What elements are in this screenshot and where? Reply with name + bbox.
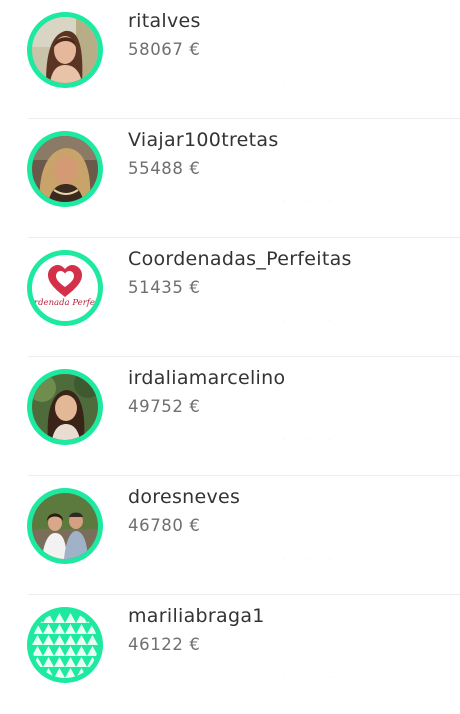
amount: 46122 € xyxy=(128,635,201,654)
avatar-photo xyxy=(32,17,98,83)
decorative-dots: ··· xyxy=(282,197,352,208)
decorative-dots: ··· xyxy=(282,316,352,327)
username[interactable]: Viajar100tretas xyxy=(128,129,279,151)
decorative-dots: ··· xyxy=(282,554,352,565)
list-item[interactable]: doresneves 46780 € ··· xyxy=(0,476,460,595)
username[interactable]: doresneves xyxy=(128,486,240,508)
avatar-pattern xyxy=(32,612,98,678)
list-item[interactable]: ordenada Perfeit Coordenadas_Perfeitas 5… xyxy=(0,238,460,357)
decorative-dots: ··· xyxy=(282,673,352,684)
amount: 58067 € xyxy=(128,40,201,59)
avatar[interactable] xyxy=(27,131,103,207)
username[interactable]: irdaliamarcelino xyxy=(128,367,285,389)
user-ranking-list: ritalves 58067 € ··· Viajar100tretas 554… xyxy=(0,0,460,714)
avatar[interactable]: ordenada Perfeit xyxy=(27,250,103,326)
avatar-logo: ordenada Perfeit xyxy=(32,255,98,321)
decorative-dots: ··· xyxy=(282,435,352,446)
avatar[interactable] xyxy=(27,12,103,88)
list-item[interactable]: irdaliamarcelino 49752 € ··· xyxy=(0,357,460,476)
username[interactable]: mariliabraga1 xyxy=(128,605,265,627)
logo-text: ordenada Perfeit xyxy=(32,298,98,308)
avatar[interactable] xyxy=(27,369,103,445)
avatar-photo xyxy=(32,374,98,440)
amount: 49752 € xyxy=(128,397,201,416)
list-item[interactable]: Viajar100tretas 55488 € ··· xyxy=(0,119,460,238)
list-item[interactable]: mariliabraga1 46122 € ··· xyxy=(0,595,460,714)
amount: 46780 € xyxy=(128,516,201,535)
amount: 51435 € xyxy=(128,278,201,297)
avatar[interactable] xyxy=(27,607,103,683)
avatar-photo xyxy=(32,493,98,559)
avatar-photo xyxy=(32,136,98,202)
avatar[interactable] xyxy=(27,488,103,564)
list-item[interactable]: ritalves 58067 € ··· xyxy=(0,0,460,119)
username[interactable]: ritalves xyxy=(128,10,201,32)
username[interactable]: Coordenadas_Perfeitas xyxy=(128,248,352,270)
amount: 55488 € xyxy=(128,159,201,178)
decorative-dots: ··· xyxy=(282,78,352,89)
